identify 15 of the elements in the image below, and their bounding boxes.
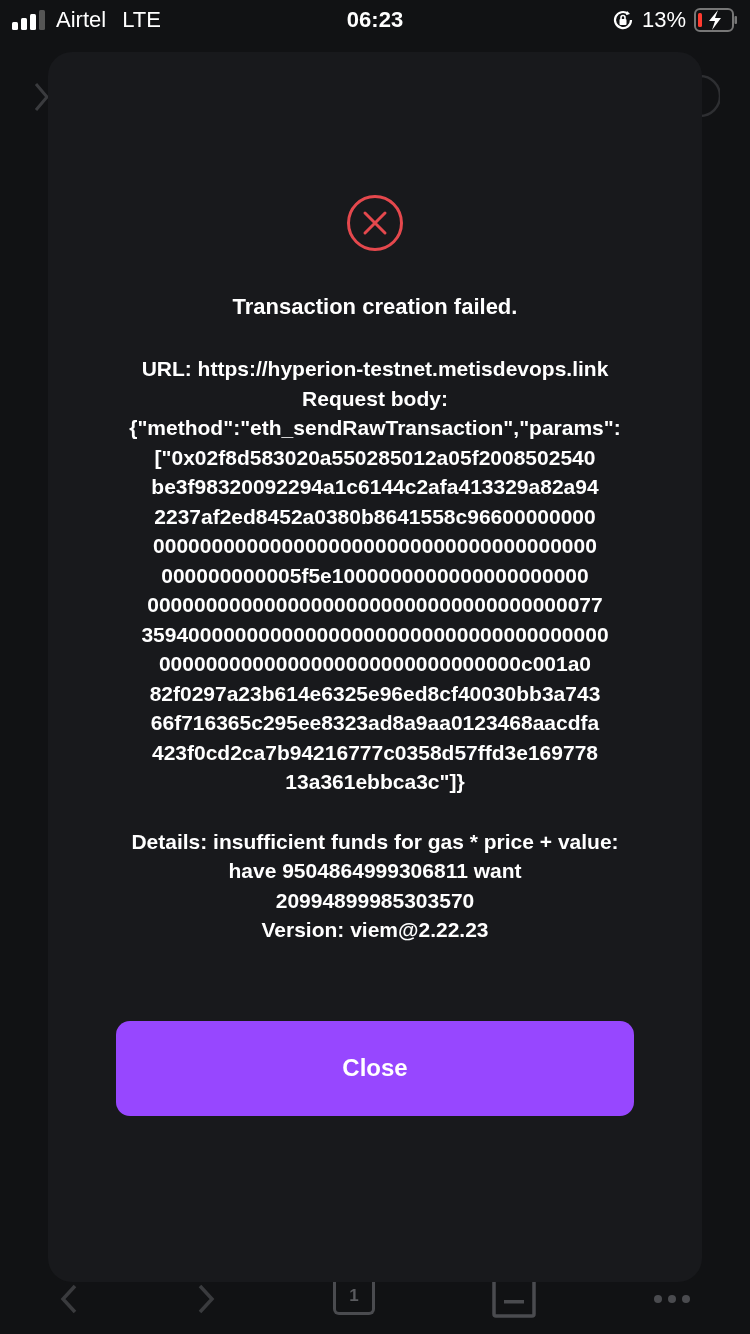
network-type: LTE: [122, 7, 161, 33]
dialog-title: Transaction creation failed.: [232, 294, 518, 320]
battery-charging-icon: [694, 8, 738, 32]
request-details: URL: https://hyperion-testnet.metisdevops.link Request body: {"method":"eth_sendRawTransaction","params": ["0x02f8d583020a550285012a05f2008502540 be3f98320092294a1c6144c2afa413329a82a94 2237af2ed8452a0380b8641558c96600000000 00000000000000000000000000000000000000 000000000005f5e1000000000000000000000 000000000000000000000000000000000000077 3594000000000000000000000000000000000000 0000000000000000000000000000000c001a0 82f0297a23b614e6325e96ed8cf40030bb3a743 66f716365c295ee8323ad8a9aa0123468aacdfa 423f0cd2ca7b94216777c0358d57ffd3e169778 13a361ebbca3c"]}: [129, 356, 621, 795]
more-icon[interactable]: [653, 1294, 692, 1304]
chevron-right-icon: [34, 82, 50, 112]
clock: 06:23: [346, 7, 404, 33]
error-details: Details: insufficient funds for gas * price + value: have 9504864999306811 want 20994899985303570 Version: viem@2.22.23: [131, 828, 619, 943]
error-icon: [346, 194, 404, 252]
rotation-lock-icon: [611, 9, 634, 31]
battery-percent: 13%: [641, 7, 686, 33]
carrier-name: Airtel: [56, 7, 107, 33]
signal-icon: [12, 10, 48, 30]
back-icon[interactable]: [58, 1284, 79, 1314]
close-button[interactable]: Close: [116, 1020, 634, 1116]
